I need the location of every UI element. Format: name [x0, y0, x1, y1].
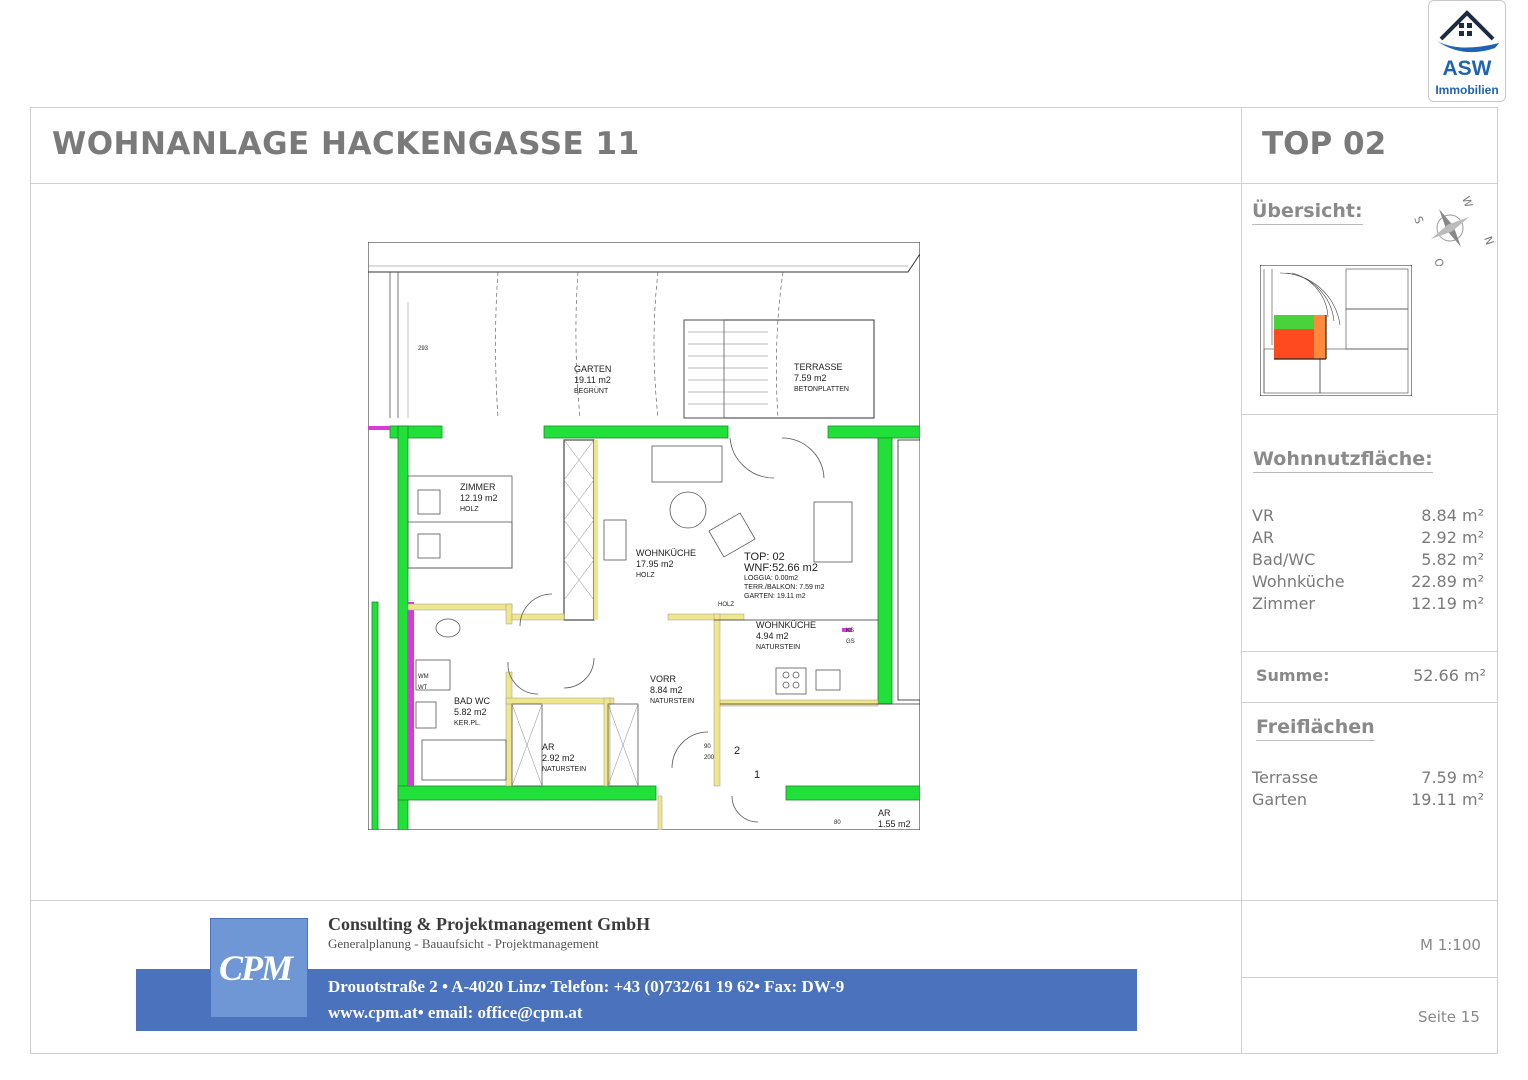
company-address: Drouotstraße 2 • A-4020 Linz• Telefon: +… [328, 977, 845, 996]
floor-plan-drawing [367, 241, 921, 831]
holz-label: HOLZ [718, 602, 735, 608]
ks-label: KS GS [846, 628, 855, 645]
svg-text:W: W [1459, 195, 1475, 210]
page-title: WOHNANLAGE HACKENGASSE 11 [52, 126, 640, 162]
cpm-logo-text: CPM [219, 948, 293, 988]
company-name: Consulting & Projektmanagement GmbH [328, 914, 651, 934]
header-divider [30, 183, 1498, 184]
asw-logo-name: ASW [1442, 57, 1492, 80]
floor-plan: GARTEN 19.11 m2 BEGRÜNT TERRASSE 7.59 m2 BET… [367, 241, 921, 831]
door-90-label: 90 200 [704, 744, 715, 761]
kueche-label: WOHNKÜCHE 4.94 m2 NATURSTEIN [756, 620, 816, 651]
asw-logo-sub: Immobilien [1435, 83, 1499, 97]
dimension-293: 293 [418, 346, 429, 352]
door-80-label: 80 [834, 820, 841, 826]
free-row-garten: Garten 19.11 m² [1252, 790, 1484, 809]
free-row-terrasse: Terrasse 7.59 m² [1252, 768, 1484, 787]
sidebar-divider [1241, 107, 1242, 1054]
vorr-label: VORR 8.84 m2 NATURSTEIN [650, 674, 695, 705]
wohnnutzflaeche-heading: Wohnnutzfläche: [1253, 448, 1433, 473]
zimmer-label: ZIMMER 12.19 m2 HOLZ [460, 482, 498, 513]
svg-text:S: S [1411, 215, 1426, 226]
wmwt-label: WM WT [418, 674, 429, 691]
ar2-label: AR 1.55 m2 [878, 808, 911, 829]
summe-divider-bottom [1241, 702, 1498, 703]
ar-label: AR 2.92 m2 NATURSTEIN [542, 742, 587, 773]
area-row-ar: AR 2.92 m² [1252, 528, 1484, 547]
svg-text:N: N [1481, 235, 1496, 247]
overview-minimap [1260, 265, 1412, 396]
scale-label: M 1:100 [1420, 936, 1481, 954]
area-sum-row: Summe: 52.66 m² [1256, 666, 1486, 685]
overview-divider [1241, 414, 1498, 415]
asw-logo: ASW Immobilien [1428, 0, 1506, 102]
summe-divider-top [1241, 651, 1498, 652]
top-info-label: TOP: 02 WNF:52.66 m2 LOGGIA: 0.00m2 TERR… [744, 551, 825, 601]
wohnkueche-label: WOHNKÜCHE 17.95 m2 HOLZ [636, 548, 696, 579]
page-number: Seite 15 [1418, 1008, 1480, 1026]
bad-label: BAD WC 5.82 m2 KER.PL. [454, 696, 490, 727]
terrasse-label: TERRASSE 7.59 m2 BETONPLATTEN [794, 362, 849, 393]
house-icon [1437, 10, 1499, 53]
area-row-badwc: Bad/WC 5.82 m² [1252, 550, 1484, 569]
compass-icon: W N S O [1411, 195, 1496, 266]
freiflaechen-heading: Freiflächen [1256, 716, 1375, 741]
garten-label: GARTEN 19.11 m2 BEGRÜNT [574, 364, 612, 395]
area-row-zimmer: Zimmer 12.19 m² [1252, 594, 1484, 613]
cpm-logo: CPM [210, 918, 308, 1018]
unit-title: TOP 02 [1262, 126, 1387, 162]
area-row-vr: VR 8.84 m² [1252, 506, 1484, 525]
stair-number-1: 1 [754, 769, 761, 781]
company-web: www.cpm.at• email: office@cpm.at [328, 1003, 583, 1022]
scale-divider [1241, 977, 1498, 978]
svg-text:O: O [1431, 257, 1446, 266]
stair-number-2: 2 [734, 745, 741, 757]
overview-heading: Übersicht: [1252, 200, 1363, 225]
company-tagline: Generalplanung - Bauaufsicht - Projektma… [328, 936, 599, 951]
footer-divider [30, 900, 1498, 901]
area-row-wohnkueche: Wohnküche 22.89 m² [1252, 572, 1484, 591]
